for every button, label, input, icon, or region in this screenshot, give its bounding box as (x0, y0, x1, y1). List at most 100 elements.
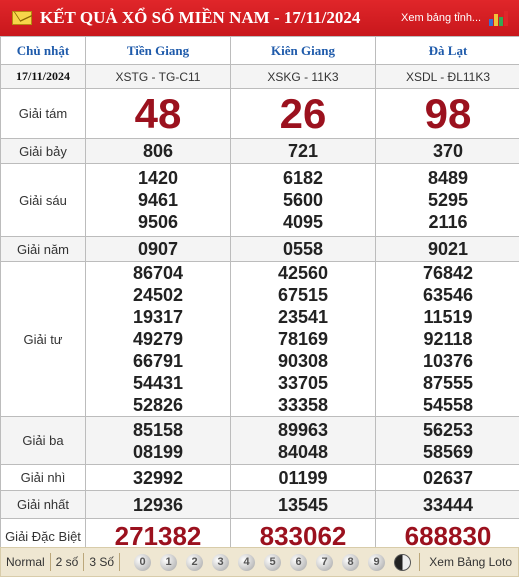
three-digit-mode-button[interactable]: 3 Số (84, 547, 119, 577)
day-label: Chủ nhật (0, 36, 86, 65)
province-kien-giang[interactable]: Kiên Giang (230, 36, 376, 65)
prize-number: 76842 (422, 263, 474, 283)
divider (419, 553, 421, 571)
digit-ball-1[interactable]: 1 (160, 553, 178, 571)
code-row: 17/11/2024 XSTG - TG-C11 XSKG - 11K3 XSD… (0, 64, 519, 89)
prize-label: Giải bảy (0, 138, 86, 164)
prize-row-g8: Giải tám 48 26 98 (0, 88, 519, 139)
prize-number: 19317 (132, 307, 184, 327)
prize-number: 8489 (427, 168, 469, 188)
prize-row-g7: Giải bảy 806 721 370 (0, 138, 519, 164)
prize-number: 78169 (277, 329, 329, 349)
prize-cell: 1420 9461 9506 (85, 163, 231, 237)
prize-number: 0907 (85, 236, 231, 262)
province-row: Chủ nhật Tiền Giang Kiên Giang Đà Lạt (0, 36, 519, 65)
prize-cell: 56253 58569 (375, 416, 519, 465)
prize-number: 90308 (277, 351, 329, 371)
digit-ball-7[interactable]: 7 (316, 553, 334, 571)
bar-chart-icon[interactable] (489, 10, 509, 26)
prize-cell: 85158 08199 (85, 416, 231, 465)
prize-cell: 8489 5295 2116 (375, 163, 519, 237)
prize-number: 66791 (132, 351, 184, 371)
prize-row-g4: Giải tư 86704 24502 19317 49279 66791 54… (0, 261, 519, 417)
prize-number: 6182 (282, 168, 324, 188)
prize-number: 11519 (423, 307, 473, 327)
prize-number: 4095 (282, 212, 324, 232)
display-toolbar: Normal 2 số 3 Số 0 1 2 3 4 5 6 7 8 9 Xem… (0, 547, 519, 577)
prize-row-g2: Giải nhì 32992 01199 02637 (0, 464, 519, 491)
draw-code: XSTG - TG-C11 (85, 64, 231, 89)
prize-number: 89963 (277, 419, 329, 440)
province-da-lat[interactable]: Đà Lạt (375, 36, 519, 65)
prize-number: 721 (230, 138, 376, 164)
prize-number: 13545 (230, 490, 376, 519)
divider (119, 553, 121, 571)
prize-label: Giải năm (0, 236, 86, 262)
draw-code: XSKG - 11K3 (230, 64, 376, 89)
prize-number: 5600 (282, 190, 324, 210)
normal-mode-button[interactable]: Normal (1, 547, 50, 577)
prize-label: Giải nhất (0, 490, 86, 519)
province-tien-giang[interactable]: Tiền Giang (85, 36, 231, 65)
prize-number: 806 (85, 138, 231, 164)
prize-label: Giải ba (0, 416, 86, 465)
prize-row-g3: Giải ba 85158 08199 89963 84048 56253 58… (0, 416, 519, 465)
view-loto-table-button[interactable]: Xem Bảng Loto (424, 547, 518, 577)
envelope-icon (12, 11, 32, 25)
prize-number: 9506 (137, 212, 179, 232)
digit-ball-3[interactable]: 3 (212, 553, 230, 571)
prize-number: 48 (85, 88, 231, 139)
prize-row-g5: Giải năm 0907 0558 9021 (0, 236, 519, 262)
prize-number: 54431 (132, 373, 184, 393)
digit-ball-0[interactable]: 0 (134, 553, 152, 571)
prize-number: 1420 (137, 168, 179, 188)
prize-number: 33358 (277, 395, 329, 415)
results-header: KẾT QUẢ XỔ SỐ MIỀN NAM - 17/11/2024 Xem … (0, 0, 519, 36)
prize-cell: 76842 63546 11519 92118 10376 87555 5455… (375, 261, 519, 417)
prize-number: 10376 (422, 351, 474, 371)
results-title: KẾT QUẢ XỔ SỐ MIỀN NAM - 17/11/2024 (40, 8, 361, 27)
prize-row-g1: Giải nhất 12936 13545 33444 (0, 490, 519, 519)
prize-number: 87555 (422, 373, 474, 393)
digit-ball-5[interactable]: 5 (264, 553, 282, 571)
prize-number: 08199 (132, 441, 184, 462)
prize-number: 9021 (375, 236, 519, 262)
digit-ball-2[interactable]: 2 (186, 553, 204, 571)
prize-number: 23541 (277, 307, 329, 327)
prize-number: 33444 (375, 490, 519, 519)
prize-number: 24502 (132, 285, 184, 305)
draw-code: XSDL - ĐL11K3 (375, 64, 519, 89)
prize-number: 67515 (277, 285, 329, 305)
prize-label: Giải tám (0, 88, 86, 139)
prize-number: 01199 (230, 464, 376, 491)
prize-number: 63546 (422, 285, 474, 305)
prize-number: 58569 (422, 441, 474, 462)
digit-ball-6[interactable]: 6 (290, 553, 308, 571)
prize-number: 98 (375, 88, 519, 139)
prize-number: 86704 (132, 263, 184, 283)
digit-ball-4[interactable]: 4 (238, 553, 256, 571)
prize-number: 42560 (277, 263, 329, 283)
yin-yang-icon[interactable] (394, 553, 412, 571)
prize-row-g6: Giải sáu 1420 9461 9506 6182 5600 4095 8… (0, 163, 519, 237)
prize-cell: 89963 84048 (230, 416, 376, 465)
prize-number: 0558 (230, 236, 376, 262)
prize-cell: 42560 67515 23541 78169 90308 33705 3335… (230, 261, 376, 417)
lottery-results-table: Chủ nhật Tiền Giang Kiên Giang Đà Lạt 17… (0, 36, 519, 554)
prize-number: 54558 (422, 395, 474, 415)
prize-number: 370 (375, 138, 519, 164)
prize-cell: 86704 24502 19317 49279 66791 54431 5282… (85, 261, 231, 417)
prize-number: 56253 (422, 419, 474, 440)
prize-number: 5295 (427, 190, 469, 210)
prize-number: 33705 (277, 373, 329, 393)
digit-ball-9[interactable]: 9 (368, 553, 386, 571)
two-digit-mode-button[interactable]: 2 số (51, 547, 84, 577)
prize-label: Giải tư (0, 261, 86, 417)
digit-filter-group: 0 1 2 3 4 5 6 7 8 9 (134, 553, 419, 571)
prize-number: 84048 (277, 441, 329, 462)
digit-ball-8[interactable]: 8 (342, 553, 360, 571)
prize-number: 85158 (132, 419, 184, 440)
draw-date: 17/11/2024 (0, 64, 86, 89)
prize-number: 26 (230, 88, 376, 139)
view-province-table-link[interactable]: Xem bảng tỉnh... (401, 12, 481, 24)
